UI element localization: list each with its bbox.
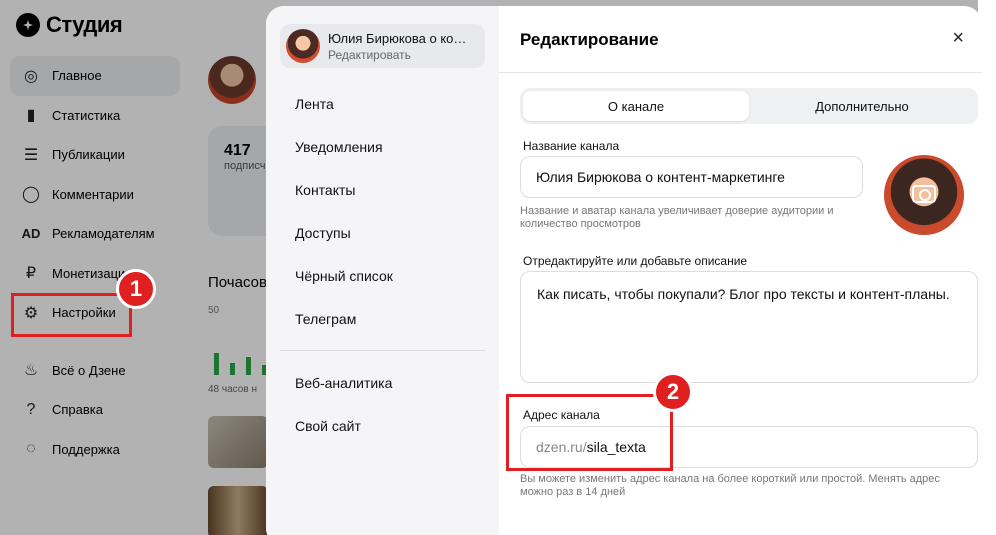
settings-highlight-frame: [11, 293, 132, 337]
step-badge-1: 1: [116, 269, 156, 309]
edit-profile-link[interactable]: Редактировать: [328, 48, 468, 62]
profile-name: Юлия Бирюкова о контент-маркетинге: [328, 30, 468, 46]
menu-item-notifications[interactable]: Уведомления: [295, 125, 393, 168]
address-hint: Вы можете изменить адрес канала на более…: [520, 473, 940, 498]
tab-additional[interactable]: Дополнительно: [749, 91, 975, 121]
tab-bar: О канале Дополнительно: [520, 88, 978, 124]
menu-divider: [280, 350, 485, 351]
header-divider: [499, 72, 982, 73]
menu-item-contacts[interactable]: Контакты: [295, 168, 393, 211]
channel-name-hint: Название и аватар канала увеличивает дов…: [520, 205, 834, 230]
modal-title: Редактирование: [520, 30, 659, 49]
description-label: Отредактируйте или добавьте описание: [523, 254, 748, 268]
close-icon[interactable]: ×: [952, 28, 964, 48]
profile-card[interactable]: Юлия Бирюкова о контент-маркетинге Редак…: [280, 24, 485, 68]
address-highlight-frame: [506, 394, 673, 471]
camera-icon: [912, 185, 936, 203]
channel-name-input[interactable]: Юлия Бирюкова о контент-маркетинге: [520, 156, 863, 198]
menu-item-web-analytics[interactable]: Веб-аналитика: [295, 361, 392, 404]
menu-item-blacklist[interactable]: Чёрный список: [295, 254, 393, 297]
menu-item-feed[interactable]: Лента: [295, 82, 393, 125]
settings-menu: Юлия Бирюкова о контент-маркетинге Редак…: [266, 6, 499, 535]
channel-name-label: Название канала: [523, 139, 620, 153]
description-textarea[interactable]: Как писать, чтобы покупали? Блог про тек…: [520, 271, 978, 383]
avatar: [286, 29, 320, 63]
step-badge-2: 2: [653, 372, 693, 412]
menu-item-telegram[interactable]: Телеграм: [295, 297, 393, 340]
settings-menu-list: Лента Уведомления Контакты Доступы Чёрны…: [295, 82, 393, 340]
menu-item-own-site[interactable]: Свой сайт: [295, 404, 392, 447]
channel-avatar-upload[interactable]: [884, 155, 964, 235]
menu-item-access[interactable]: Доступы: [295, 211, 393, 254]
tab-about-channel[interactable]: О канале: [523, 91, 749, 121]
settings-menu-list-2: Веб-аналитика Свой сайт: [295, 361, 392, 447]
